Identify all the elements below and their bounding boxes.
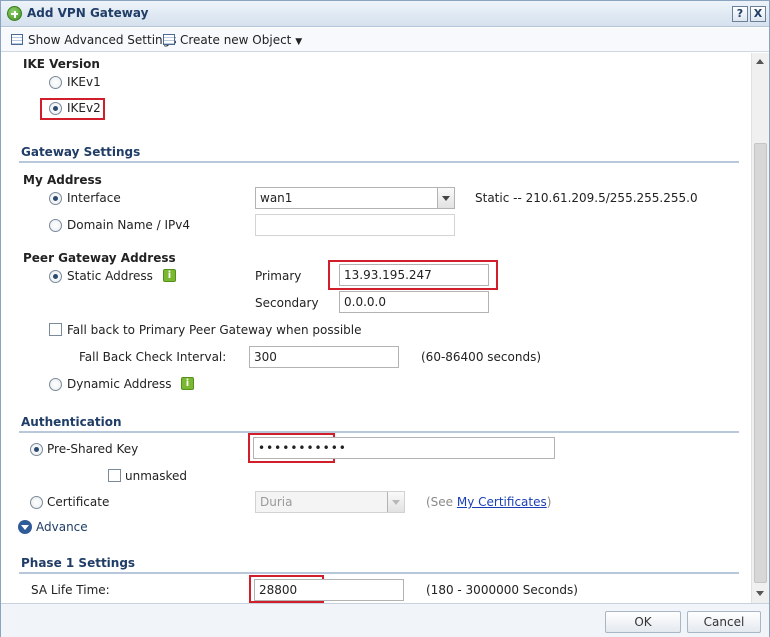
unmasked-checkbox[interactable] xyxy=(108,469,121,482)
my-certificates-link[interactable]: My Certificates xyxy=(457,495,547,509)
dialog-footer: OK Cancel xyxy=(1,603,769,637)
expand-icon[interactable] xyxy=(18,520,32,534)
static-address-label: Static Address xyxy=(67,269,153,283)
chevron-down-icon[interactable] xyxy=(387,492,404,512)
domain-name-input[interactable] xyxy=(255,214,455,236)
interface-select[interactable]: wan1 xyxy=(255,187,455,209)
scrollbar-thumb[interactable] xyxy=(754,143,767,583)
fallback-checkbox[interactable] xyxy=(49,323,62,336)
secondary-address-input[interactable]: 0.0.0.0 xyxy=(339,291,489,313)
pre-shared-key-label: Pre-Shared Key xyxy=(47,442,139,456)
create-new-object-menu[interactable]: Create new Object ▼ xyxy=(163,32,302,48)
fallback-label: Fall back to Primary Peer Gateway when p… xyxy=(67,323,362,337)
close-button[interactable]: X xyxy=(750,6,766,22)
table-icon xyxy=(11,34,23,45)
title-bar: Add VPN Gateway ? X xyxy=(1,1,769,27)
peer-gateway-title: Peer Gateway Address xyxy=(23,251,176,265)
sa-life-time-label: SA Life Time: xyxy=(31,583,110,597)
unmasked-label: unmasked xyxy=(125,469,188,483)
object-icon xyxy=(163,34,175,45)
sa-life-time-hint: (180 - 3000000 Seconds) xyxy=(426,583,578,597)
form-content: IKE Version IKEv1 IKEv2 Gateway Settings… xyxy=(1,53,751,603)
scroll-up-icon[interactable] xyxy=(756,59,764,64)
create-object-label: Create new Object xyxy=(180,33,292,47)
chevron-down-icon[interactable] xyxy=(437,188,454,208)
show-advanced-settings-button[interactable]: Show Advanced Settings xyxy=(11,32,177,48)
cert-hint-suffix: ) xyxy=(546,495,552,509)
certificate-hint: (See My Certificates) xyxy=(426,495,551,509)
ikev2-label: IKEv2 xyxy=(67,101,101,115)
ike-version-title: IKE Version xyxy=(23,57,100,71)
dynamic-address-label: Dynamic Address xyxy=(67,377,172,391)
secondary-label: Secondary xyxy=(255,296,319,310)
add-icon xyxy=(7,6,22,21)
my-address-title: My Address xyxy=(23,173,102,187)
ikev1-radio[interactable] xyxy=(49,76,62,89)
gateway-settings-title: Gateway Settings xyxy=(21,145,141,159)
pre-shared-key-input[interactable]: ••••••••••• xyxy=(253,437,555,459)
cancel-button[interactable]: Cancel xyxy=(687,611,761,633)
toolbar: Show Advanced Settings Create new Object… xyxy=(1,28,769,52)
domain-name-radio[interactable] xyxy=(49,219,62,232)
ikev1-label: IKEv1 xyxy=(67,75,101,89)
dynamic-address-radio[interactable] xyxy=(49,378,62,391)
primary-label: Primary xyxy=(255,269,302,283)
interface-label: Interface xyxy=(67,191,121,205)
info-icon[interactable]: i xyxy=(181,377,194,390)
advance-toggle[interactable]: Advance xyxy=(36,520,88,534)
section-divider xyxy=(19,161,739,163)
domain-name-label: Domain Name / IPv4 xyxy=(67,218,190,232)
dialog-title: Add VPN Gateway xyxy=(27,6,149,20)
show-advanced-label: Show Advanced Settings xyxy=(28,33,177,47)
vertical-scrollbar[interactable] xyxy=(751,53,769,603)
section-divider xyxy=(19,431,739,433)
help-button[interactable]: ? xyxy=(732,6,748,22)
add-vpn-gateway-dialog: Add VPN Gateway ? X Show Advanced Settin… xyxy=(0,0,770,637)
pre-shared-key-radio[interactable] xyxy=(30,443,43,456)
static-address-radio[interactable] xyxy=(49,270,62,283)
info-icon[interactable]: i xyxy=(163,269,176,282)
interval-input[interactable]: 300 xyxy=(249,346,399,368)
cert-hint-prefix: (See xyxy=(426,495,457,509)
authentication-title: Authentication xyxy=(21,415,122,429)
certificate-value: Duria xyxy=(260,495,293,509)
primary-address-input[interactable]: 13.93.195.247 xyxy=(339,264,489,286)
scroll-down-icon[interactable] xyxy=(756,591,764,596)
phase1-settings-title: Phase 1 Settings xyxy=(21,556,136,570)
certificate-radio[interactable] xyxy=(30,496,43,509)
interval-hint: (60-86400 seconds) xyxy=(421,350,541,364)
interface-radio[interactable] xyxy=(49,192,62,205)
interface-info: Static -- 210.61.209.5/255.255.255.0 xyxy=(475,191,698,205)
sa-life-time-input[interactable]: 28800 xyxy=(254,579,404,601)
ikev2-radio[interactable] xyxy=(49,102,62,115)
interface-value: wan1 xyxy=(260,191,293,205)
section-divider xyxy=(19,572,739,574)
certificate-label: Certificate xyxy=(47,495,110,509)
ok-button[interactable]: OK xyxy=(605,611,681,633)
interval-label: Fall Back Check Interval: xyxy=(79,350,227,364)
chevron-down-icon: ▼ xyxy=(295,37,303,47)
certificate-select[interactable]: Duria xyxy=(255,491,405,513)
